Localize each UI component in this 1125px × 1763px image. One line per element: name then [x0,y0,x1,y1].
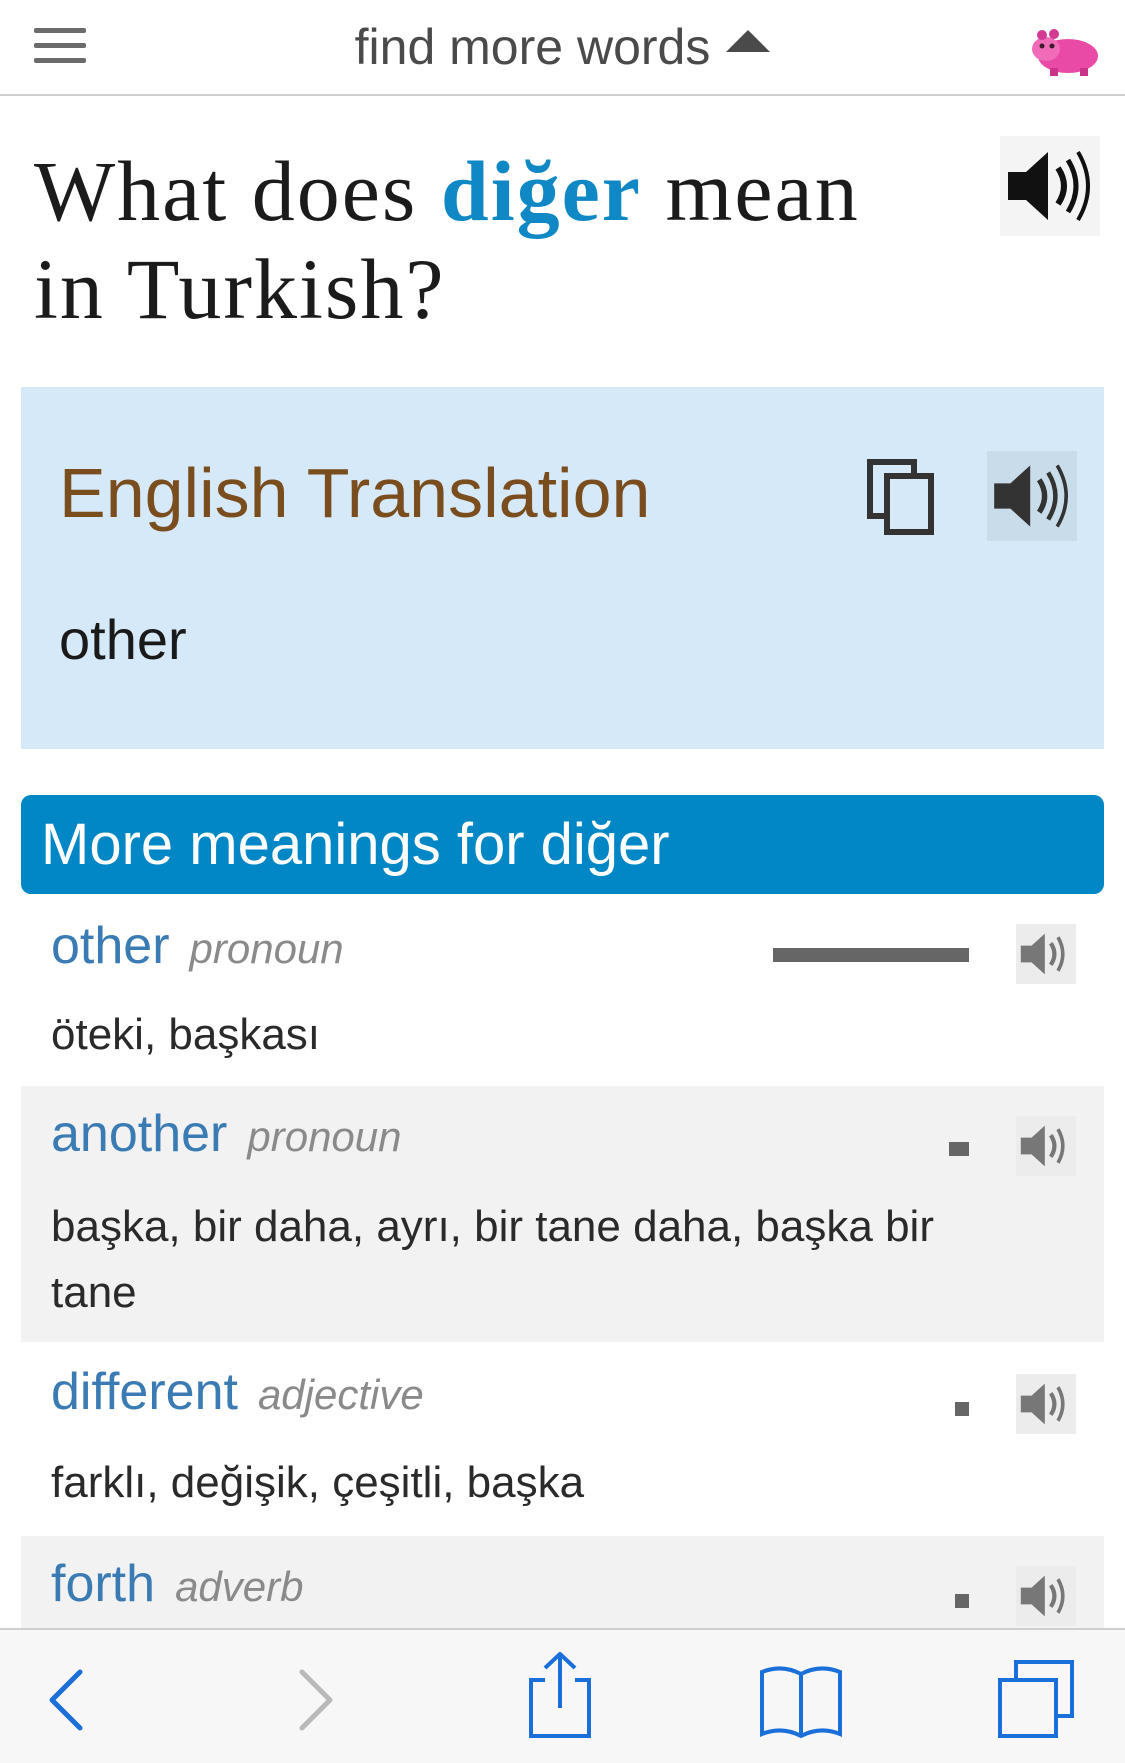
speaker-icon [1020,1383,1065,1425]
title-suffix-line2: in Turkish? [34,241,446,337]
page-title: What does diğer mean in Turkish? [34,142,994,338]
forward-icon[interactable] [270,1660,360,1740]
top-bar: find more words [0,0,1125,96]
meaning-word[interactable]: another pronoun [51,1104,402,1164]
back-icon[interactable] [22,1660,112,1740]
meaning-row: different adjective farklı, değişik, çeşi… [21,1344,1104,1534]
meaning-word[interactable]: other pronoun [51,916,344,976]
title-word: diğer [440,143,642,239]
frequency-bar [955,1594,969,1608]
tabs-icon[interactable] [992,1660,1082,1740]
browser-toolbar [0,1628,1125,1763]
meaning-word-text: forth [51,1555,156,1613]
more-meanings-header: More meanings for diğer [21,795,1104,894]
part-of-speech: adverb [175,1563,304,1610]
part-of-speech: pronoun [247,1113,402,1160]
share-icon[interactable] [515,1650,605,1740]
hippo-logo-icon[interactable] [1030,22,1100,78]
meaning-definitions: öteki, başkası [51,1010,321,1059]
speaker-icon [1008,150,1090,222]
frequency-bar [955,1402,969,1416]
meaning-word-text: different [51,1363,238,1421]
meaning-speaker-button[interactable] [1016,1566,1076,1626]
meaning-speaker-button[interactable] [1016,924,1076,984]
meaning-word-text: other [51,917,170,975]
meaning-definitions: başka, bir daha, ayrı, bir tane daha, ba… [51,1202,934,1317]
speaker-icon [1020,933,1065,975]
title-speaker-button[interactable] [1000,136,1100,236]
speaker-icon [1020,1575,1065,1617]
meaning-word[interactable]: different adjective [51,1362,424,1422]
meaning-speaker-button[interactable] [1016,1374,1076,1434]
part-of-speech: adjective [257,1371,424,1418]
translation-heading: English Translation [59,454,651,532]
title-prefix: What does [34,143,418,239]
translation-text: other [59,608,187,671]
frequency-bar [773,948,969,962]
meaning-row: forth adverb [21,1536,1104,1628]
translation-box: English Translation other [21,387,1104,749]
frequency-bar [949,1142,969,1156]
meaning-speaker-button[interactable] [1016,1116,1076,1176]
meaning-row: another pronoun başka, bir daha, ayrı, bi… [21,1086,1104,1342]
speaker-icon [1020,1125,1065,1167]
find-more-label: find more words [354,19,711,75]
title-suffix: mean [665,143,860,239]
copy-icon[interactable] [867,459,937,535]
meaning-row: other pronoun öteki, başkası [21,898,1104,1084]
speaker-icon [994,464,1068,528]
translation-speaker-button[interactable] [987,451,1077,541]
bookmarks-icon[interactable] [756,1660,846,1740]
meaning-definitions: farklı, değişik, çeşitli, başka [51,1458,585,1507]
find-more-words-button[interactable]: find more words [0,18,1125,76]
caret-up-icon [726,30,771,52]
meaning-word[interactable]: forth adverb [51,1554,303,1614]
part-of-speech: pronoun [189,925,344,972]
more-meanings-label: More meanings for diğer [41,812,670,877]
meaning-word-text: another [51,1105,228,1163]
